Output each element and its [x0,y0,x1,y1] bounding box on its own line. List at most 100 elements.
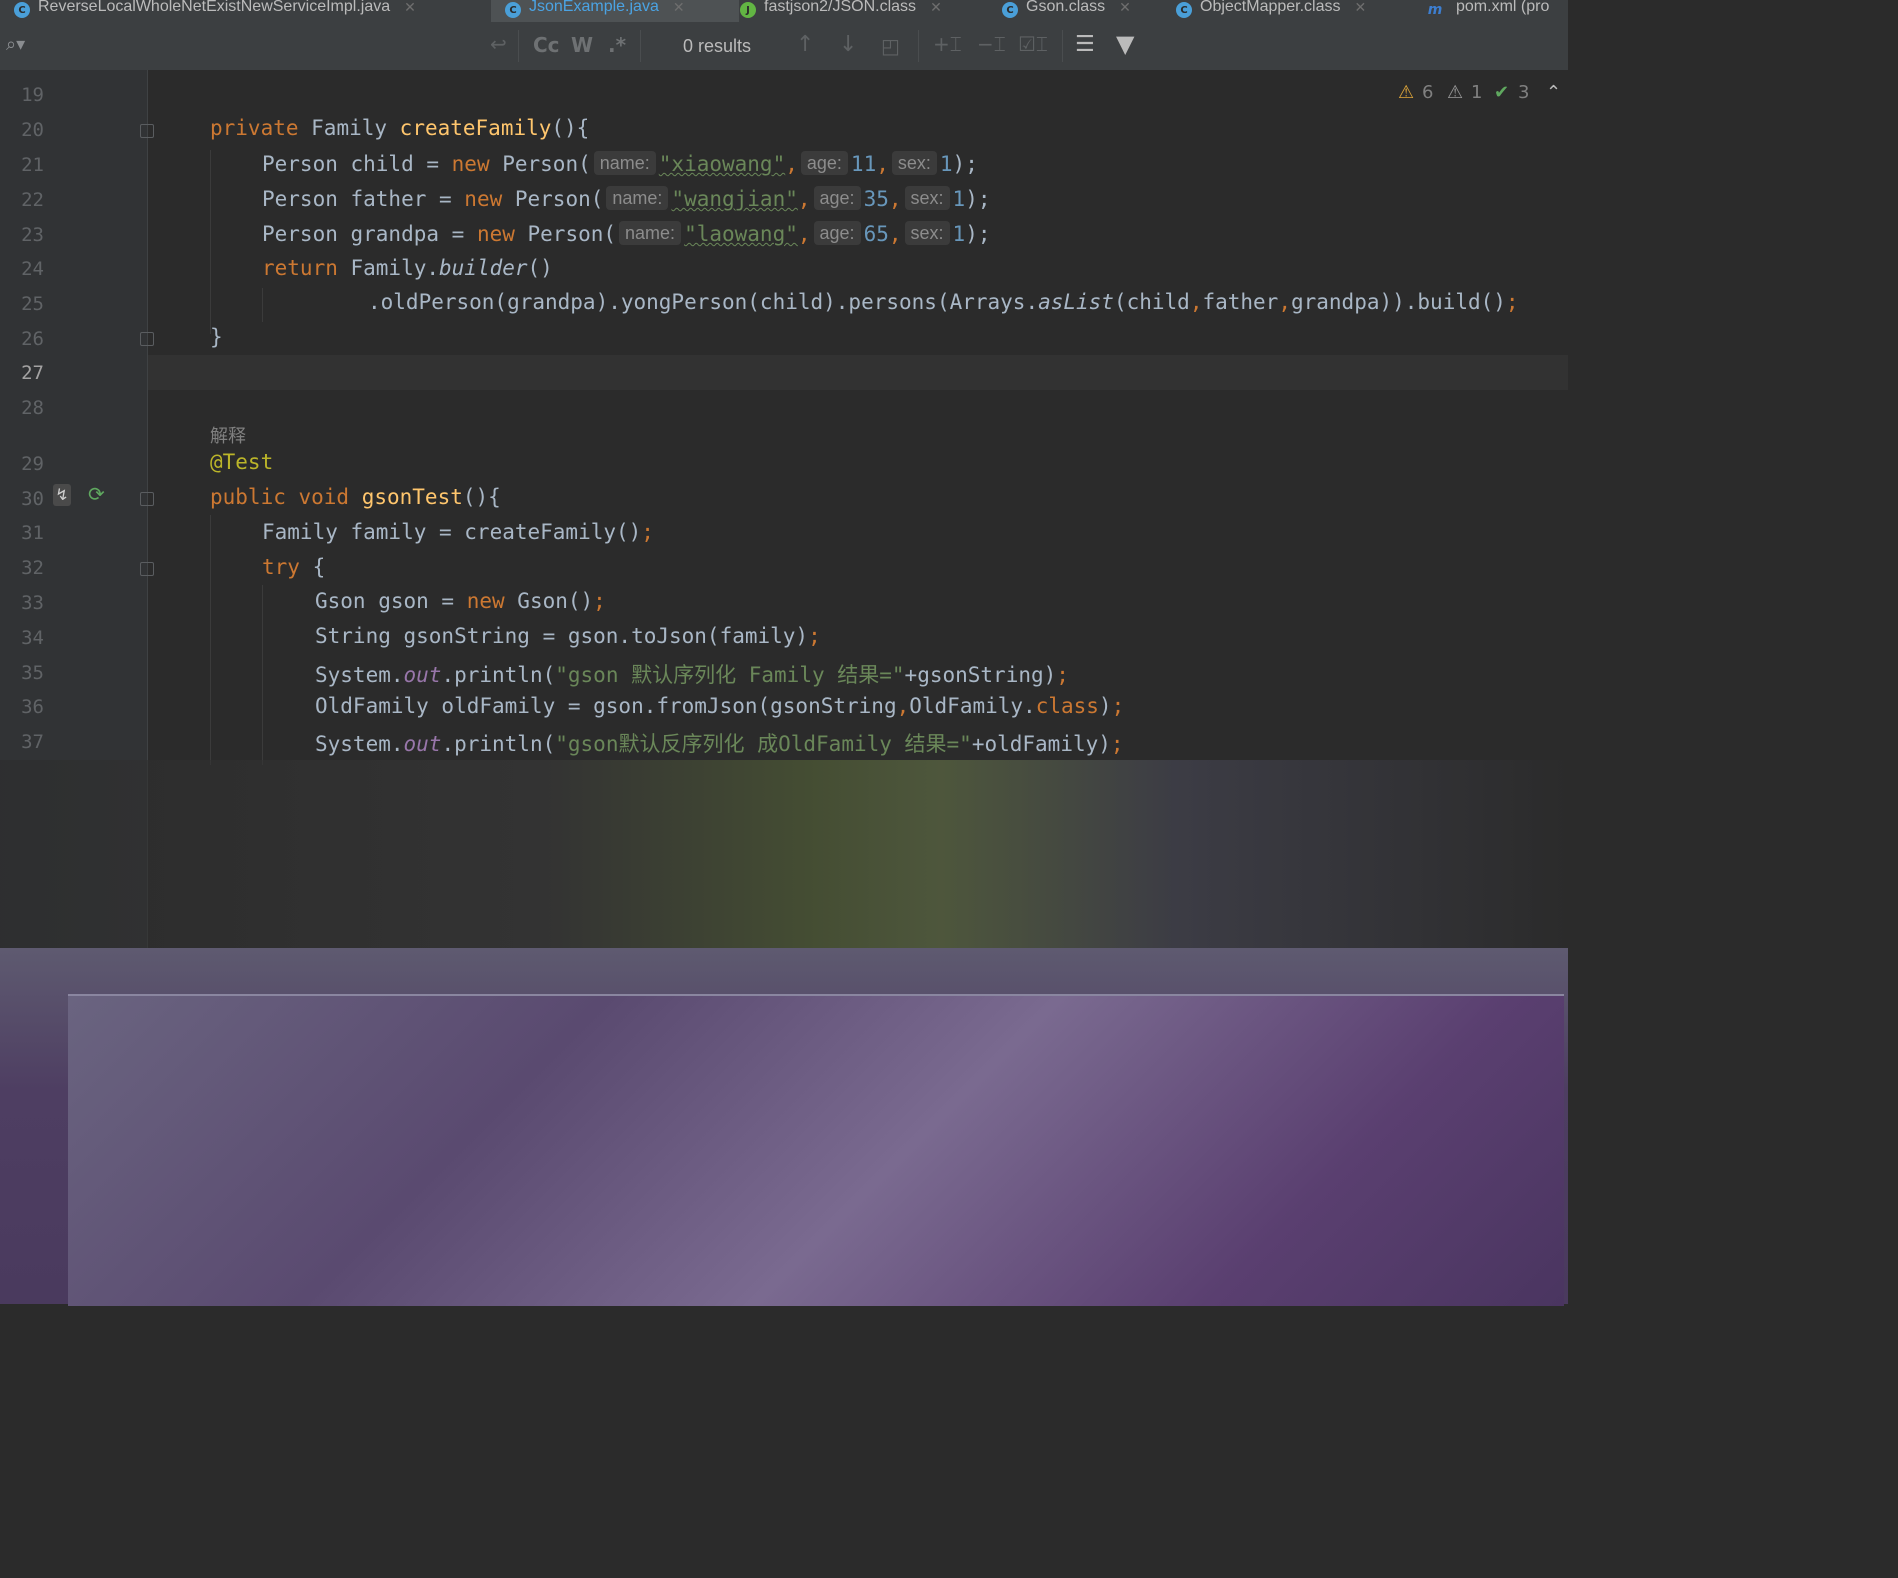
tab-gson[interactable]: C Gson.class ✕ [1002,0,1162,22]
line-number: 35 [21,662,44,684]
remove-occurrence-icon[interactable]: −⌶ [977,32,1006,56]
code-line-32: try { [262,555,326,579]
code-line-21: Person child = new Person(name: "xiaowang… [262,151,978,176]
fold-marker[interactable] [140,332,154,346]
code-line-26: } [210,325,223,349]
param-hint: sex: [891,151,937,175]
param-hint: sex: [904,221,950,245]
line-number: 25 [21,293,44,315]
doc-comment: 解释 [210,426,246,447]
warning-icon[interactable]: ⚠ [1398,82,1414,103]
code-line-23: Person grandpa = new Person(name: "laowan… [262,221,991,246]
bottom-tool-window [0,948,1568,1306]
code-line-22: Person father = new Person(name: "wangjia… [262,186,991,211]
tab-label: ReverseLocalWholeNetExistNewServiceImpl.… [38,0,391,15]
fold-marker[interactable] [140,562,154,576]
code-editor[interactable]: ⚠ 6 ⚠ 1 ✔ 3 ⌃ 19 20 21 22 23 24 25 26 27… [0,70,1568,950]
class-icon: C [1002,2,1018,18]
tool-window-content [68,994,1564,1306]
filter-search-results-icon[interactable]: ☰ [1075,32,1095,57]
code-line-37: System.out.println("gson默认反序列化 成OldFamil… [315,732,1124,756]
match-case-toggle[interactable]: Cc [533,33,560,57]
filter-icon[interactable]: ▼ [1116,30,1134,58]
line-number: 37 [21,731,44,753]
code-line-35: System.out.println("gson 默认序列化 Family 结果… [315,663,1069,687]
tab-reverse-impl[interactable]: C ReverseLocalWholeNetExistNewServiceImp… [14,0,484,22]
close-icon[interactable]: ✕ [1355,0,1367,16]
code-line-36: OldFamily oldFamily = gson.fromJson(gson… [315,694,1125,718]
code-line-30: public void gsonTest(){ [210,485,501,509]
line-number: 26 [21,328,44,350]
regex-toggle[interactable]: .* [608,33,626,57]
search-icon[interactable]: ⌕▾ [6,34,25,55]
param-hint: name: [606,186,669,210]
warning-count: 6 [1422,82,1434,103]
line-number: 32 [21,557,44,579]
tab-label: ObjectMapper.class [1200,0,1341,15]
code-line-31: Family family = createFamily(); [262,520,654,544]
line-number-current: 27 [21,362,44,384]
find-toolbar: ⌕▾ ↩ Cc W .* 0 results ↑ ↓ ◰ +⌶ −⌶ ☑⌶ ☰ … [0,22,1568,71]
code-line-25: .oldPerson(grandpa).yongPerson(child).pe… [368,290,1519,314]
close-icon[interactable]: ✕ [1119,0,1131,16]
maven-icon: m [1427,2,1443,18]
undo-icon[interactable]: ↩ [490,32,507,56]
chevron-up-icon[interactable]: ⌃ [1546,82,1561,103]
code-line-24: return Family.builder() [262,256,553,280]
weak-warning-count: 1 [1471,82,1483,103]
tab-label: fastjson2/JSON.class [764,0,917,15]
tab-label: JsonExample.java [529,0,659,15]
obscured-region [0,760,1568,950]
check-icon[interactable]: ✔ [1494,82,1509,103]
tab-json-example[interactable]: C JsonExample.java ✕ [491,0,739,22]
tab-fastjson2-json[interactable]: J fastjson2/JSON.class ✕ [740,0,980,22]
line-number: 22 [21,189,44,211]
param-hint: age: [813,186,861,210]
line-number: 33 [21,592,44,614]
param-hint: sex: [904,186,950,210]
line-number: 36 [21,696,44,718]
whole-words-toggle[interactable]: W [571,33,593,57]
tab-label: pom.xml (pro [1456,0,1550,15]
class-icon: J [740,2,756,18]
close-icon[interactable]: ✕ [930,0,942,16]
fold-marker[interactable] [140,492,154,506]
editor-tab-bar: C ReverseLocalWholeNetExistNewServiceImp… [0,0,1568,23]
code-line-33: Gson gson = new Gson(); [315,589,606,613]
class-icon: C [505,2,521,18]
tab-label: Gson.class [1026,0,1106,15]
param-hint: name: [593,151,656,175]
tab-object-mapper[interactable]: C ObjectMapper.class ✕ [1176,0,1406,22]
previous-occurrence-icon[interactable]: ↑ [796,32,814,57]
line-number: 31 [21,522,44,544]
class-icon: C [14,2,30,18]
param-hint: name: [619,221,682,245]
line-number: 29 [21,453,44,475]
add-occurrence-icon[interactable]: +⌶ [933,32,962,56]
run-test-icon[interactable]: ↯ [53,484,71,506]
current-line-highlight [148,355,1568,390]
class-icon: C [1176,2,1192,18]
fold-marker[interactable] [140,124,154,138]
ok-count: 3 [1518,82,1530,103]
line-number: 28 [21,397,44,419]
next-occurrence-icon[interactable]: ↓ [839,32,857,57]
code-line-20: private Family createFamily(){ [210,116,590,140]
close-icon[interactable]: ✕ [673,0,685,16]
tab-pom-xml[interactable]: m pom.xml (pro [1422,0,1568,22]
code-line-29: @Test [210,450,274,474]
line-number: 30 [21,488,44,510]
close-icon[interactable]: ✕ [404,0,416,16]
line-number: 19 [21,84,44,106]
code-line-34: String gsonString = gson.toJson(family); [315,624,821,648]
line-number: 20 [21,119,44,141]
param-hint: age: [813,221,861,245]
line-number: 23 [21,224,44,246]
line-number: 24 [21,258,44,280]
run-gutter-icon[interactable]: ⟳ [88,482,105,506]
search-results-count: 0 results [683,36,752,56]
select-occurrences-icon[interactable]: ☑⌶ [1018,32,1048,56]
line-number: 34 [21,627,44,649]
select-all-icon[interactable]: ◰ [881,34,900,58]
weak-warning-icon[interactable]: ⚠ [1447,82,1463,103]
